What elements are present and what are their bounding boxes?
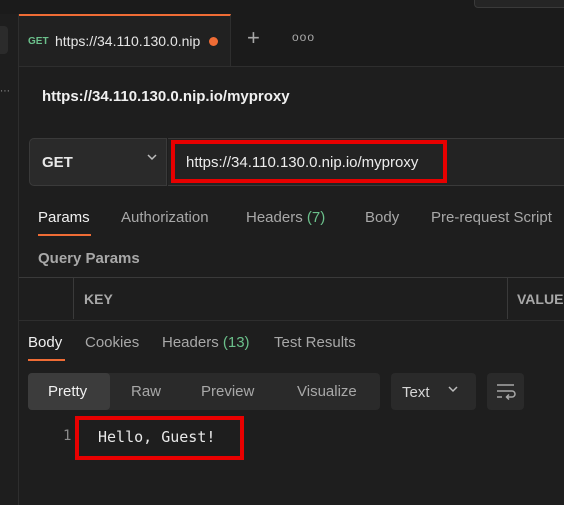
- tab-authorization[interactable]: Authorization: [121, 209, 209, 226]
- table-divider: [507, 278, 508, 319]
- headers-count: (7): [306, 209, 326, 226]
- wrap-lines-icon: [497, 384, 516, 401]
- tab-title[interactable]: https://34.110.130.0.nip: [55, 33, 205, 49]
- sidebar-dots-icon[interactable]: ⋯: [0, 86, 10, 97]
- chevron-down-icon: [447, 383, 459, 398]
- view-pretty-button[interactable]: Pretty: [48, 383, 87, 400]
- view-visualize-button[interactable]: Visualize: [297, 383, 357, 400]
- active-tab-underline: [38, 234, 91, 236]
- column-header-key: KEY: [84, 291, 113, 307]
- chevron-down-icon: [146, 151, 158, 166]
- url-highlight-box: [171, 140, 447, 183]
- format-label: Text: [402, 384, 430, 401]
- line-number: 1: [63, 428, 72, 444]
- page-title: https://34.110.130.0.nip.io/myproxy: [42, 88, 290, 105]
- method-label: GET: [42, 154, 73, 171]
- tab-pre-request-script[interactable]: Pre-request Script: [431, 209, 552, 226]
- view-preview-button[interactable]: Preview: [201, 383, 254, 400]
- new-tab-plus-icon[interactable]: +: [247, 26, 260, 50]
- wrap-lines-button[interactable]: [487, 373, 524, 410]
- response-divider: [19, 320, 564, 321]
- response-headers-count: (13): [222, 334, 250, 351]
- table-divider: [73, 278, 74, 319]
- view-raw-button[interactable]: Raw: [131, 383, 161, 400]
- response-tab-cookies[interactable]: Cookies: [85, 334, 139, 351]
- response-tab-headers[interactable]: Headers (13): [162, 334, 250, 351]
- sidebar-search-input[interactable]: [0, 26, 8, 54]
- response-highlight-box: [75, 416, 244, 460]
- top-bar-button[interactable]: [474, 0, 564, 8]
- more-tabs-icon[interactable]: ooo: [292, 30, 315, 44]
- tab-body[interactable]: Body: [365, 209, 399, 226]
- column-header-value: VALUE: [517, 291, 564, 307]
- tab-params[interactable]: Params: [38, 209, 90, 226]
- tab-method: GET: [28, 36, 49, 47]
- active-response-tab-underline: [28, 359, 65, 361]
- tab-headers[interactable]: Headers (7): [246, 209, 325, 226]
- query-params-title: Query Params: [38, 250, 140, 267]
- response-tab-test-results[interactable]: Test Results: [274, 334, 356, 351]
- response-tab-body[interactable]: Body: [28, 334, 62, 351]
- unsaved-dot-icon: [209, 37, 218, 46]
